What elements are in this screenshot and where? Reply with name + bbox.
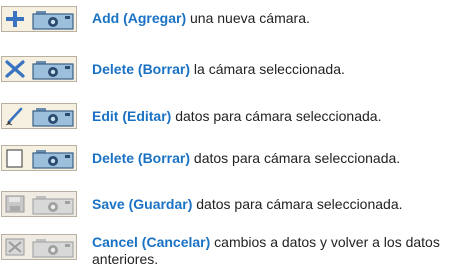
save-button[interactable] [1,191,77,217]
delete-data-icon [6,149,23,168]
legend-text: una nueva cámara. [186,10,310,26]
camera-icon [32,196,74,215]
legend-keyword: Cancel (Cancelar) [92,234,211,250]
legend-keyword: Delete (Borrar) [92,150,191,166]
legend-description: Delete (Borrar) la cámara seleccionada. [92,61,447,78]
legend-keyword: Save (Guardar) [92,196,193,212]
legend-text: datos para cámara seleccionada. [192,196,403,212]
save-disk-icon [5,195,25,213]
edit-camera-button[interactable] [1,103,77,129]
edit-pencil-icon [5,107,23,126]
legend-description: Save (Guardar) datos para cámara selecci… [92,196,447,213]
delete-data-button[interactable] [1,145,77,171]
camera-icon [32,61,74,80]
cancel-button[interactable] [1,234,77,260]
add-camera-button[interactable] [1,6,77,32]
legend-text: datos para cámara seleccionada. [171,108,382,124]
delete-x-icon [5,60,25,78]
camera-icon [32,11,74,30]
legend-description: Delete (Borrar) datos para cámara selecc… [92,150,447,167]
camera-icon [32,150,74,169]
legend-text: datos para cámara seleccionada. [190,150,401,166]
legend-keyword: Delete (Borrar) [92,61,191,77]
add-plus-icon [6,11,24,27]
legend-description: Add (Agregar) una nueva cámara. [92,10,447,27]
legend-description: Cancel (Cancelar) cambios a datos y volv… [92,234,447,268]
camera-icon [32,239,74,258]
legend-keyword: Edit (Editar) [92,108,172,124]
legend-keyword: Add (Agregar) [92,10,187,26]
cancel-icon [5,238,25,256]
camera-icon [32,108,74,127]
legend-description: Edit (Editar) datos para cámara seleccio… [92,108,447,125]
legend-text: la cámara seleccionada. [190,61,345,77]
delete-camera-button[interactable] [1,56,77,82]
